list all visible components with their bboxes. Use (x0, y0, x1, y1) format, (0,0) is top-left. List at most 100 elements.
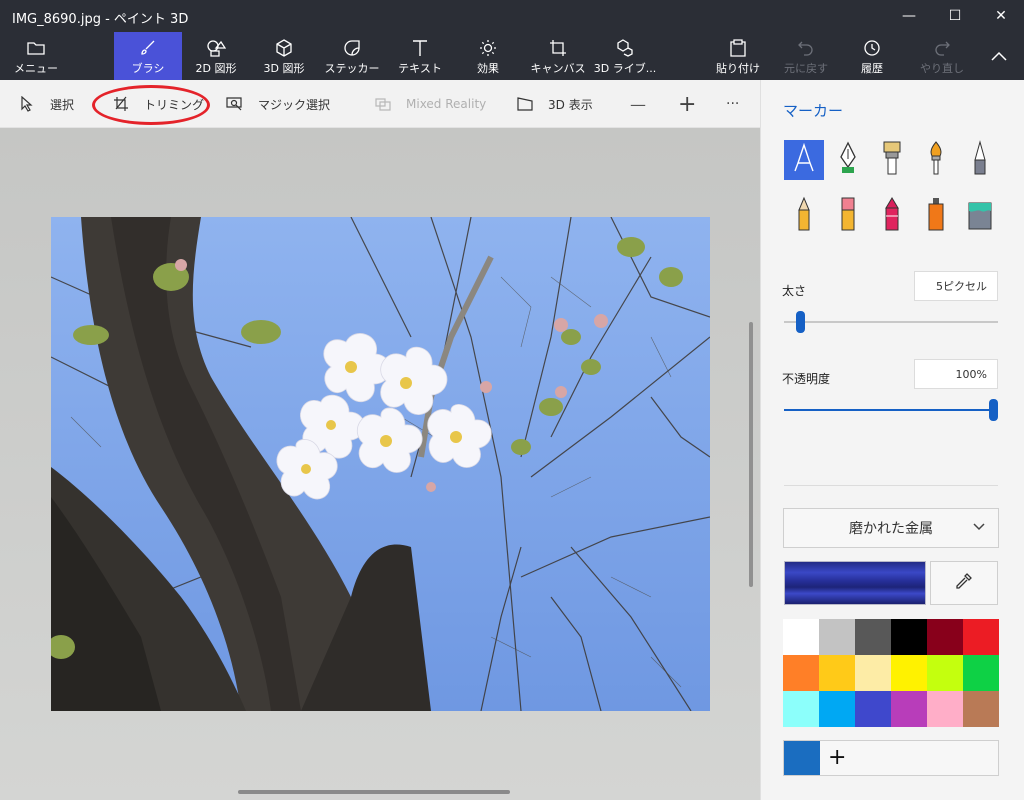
pixel-pen-button[interactable] (960, 140, 1000, 180)
history-button[interactable]: 履歴 (850, 32, 894, 80)
oil-brush-button[interactable] (872, 140, 912, 180)
thickness-input[interactable]: 5ピクセル (914, 271, 998, 301)
opacity-label: 不透明度 (782, 372, 831, 386)
custom-color-bar: + (783, 740, 999, 776)
horizontal-scrollbar[interactable] (238, 790, 510, 794)
redo-button[interactable]: やり直し (916, 32, 968, 80)
fill-bucket-icon (966, 197, 994, 235)
tab-3d-shapes[interactable]: 3D 図形 (258, 32, 310, 80)
tab-effects[interactable]: 効果 (468, 32, 508, 80)
zoom-in-button[interactable]: + (678, 92, 696, 117)
thickness-slider-handle[interactable] (796, 311, 806, 333)
mixed-reality-button[interactable]: Mixed Reality (374, 92, 486, 116)
color-swatch[interactable] (855, 655, 891, 691)
tab-3d-library[interactable]: 3D ライブ... (594, 32, 656, 80)
text-icon (409, 38, 431, 58)
maximize-button[interactable]: ☐ (932, 0, 978, 32)
color-swatch[interactable] (963, 655, 999, 691)
minimize-button[interactable]: — (886, 0, 932, 32)
cube-icon (273, 38, 295, 58)
color-swatch[interactable] (891, 619, 927, 655)
close-button[interactable]: ✕ (978, 0, 1024, 32)
eraser-button[interactable] (828, 196, 868, 236)
color-swatch[interactable] (855, 691, 891, 727)
material-selected: 磨かれた金属 (849, 521, 933, 537)
main-ribbon: メニュー ブラシ 2D 図形 3D 図形 ステッカー テキスト 効果 キャンバス… (0, 32, 1024, 80)
marker-icon (792, 142, 816, 177)
view-3d-icon (516, 95, 534, 113)
panel-divider (784, 485, 998, 486)
spray-can-button[interactable] (916, 196, 956, 236)
crayon-icon (883, 196, 901, 236)
folder-icon (25, 38, 47, 58)
collapse-ribbon-button[interactable] (982, 32, 1016, 80)
fountain-pen-icon (837, 141, 859, 179)
vertical-scrollbar[interactable] (749, 322, 753, 587)
sun-icon (477, 38, 499, 58)
tab-2d-shapes[interactable]: 2D 図形 (190, 32, 242, 80)
tab-stickers[interactable]: ステッカー (324, 32, 380, 80)
window-title: IMG_8690.jpg - ペイント 3D (12, 12, 189, 27)
color-swatch[interactable] (783, 691, 819, 727)
color-swatch[interactable] (891, 655, 927, 691)
view-3d-button[interactable]: 3D 表示 (516, 92, 593, 116)
pencil-button[interactable] (784, 196, 824, 236)
add-color-button[interactable]: + (828, 745, 846, 770)
paste-icon (727, 38, 749, 58)
marker-brush-button[interactable] (784, 140, 824, 180)
undo-button[interactable]: 元に戻す (780, 32, 832, 80)
cursor-icon (18, 95, 36, 113)
undo-icon (795, 38, 817, 58)
material-preview (784, 561, 926, 605)
eraser-icon (839, 196, 857, 236)
annotation-circle (92, 85, 210, 125)
color-swatch[interactable] (927, 655, 963, 691)
menu-button[interactable]: メニュー (8, 32, 64, 80)
mixed-reality-icon (374, 95, 392, 113)
color-swatch[interactable] (963, 619, 999, 655)
eyedropper-button[interactable] (930, 561, 998, 605)
fill-bucket-button[interactable] (960, 196, 1000, 236)
color-swatch[interactable] (783, 655, 819, 691)
color-swatch[interactable] (963, 691, 999, 727)
crayon-button[interactable] (872, 196, 912, 236)
thickness-slider-track[interactable] (784, 321, 998, 323)
watercolor-icon (925, 140, 947, 180)
tab-text[interactable]: テキスト (398, 32, 442, 80)
zoom-out-button[interactable]: — (630, 92, 646, 116)
color-swatch[interactable] (855, 619, 891, 655)
material-dropdown[interactable]: 磨かれた金属 (783, 508, 999, 548)
cherry-blossom-photo (51, 217, 710, 711)
select-button[interactable]: 選択 (18, 92, 74, 116)
color-swatch[interactable] (927, 691, 963, 727)
pencil-icon (796, 196, 812, 236)
history-icon (861, 38, 883, 58)
tab-brushes[interactable]: ブラシ (114, 32, 182, 80)
magic-select-button[interactable]: マジック選択 (226, 92, 330, 116)
opacity-input[interactable]: 100% (914, 359, 998, 389)
eyedropper-icon (955, 572, 973, 594)
tab-canvas[interactable]: キャンバス (530, 32, 586, 80)
more-options-button[interactable]: ··· (726, 92, 739, 116)
canvas-photo[interactable] (51, 217, 710, 711)
paste-button[interactable]: 貼り付け (712, 32, 764, 80)
panel-title: マーカー (783, 102, 844, 120)
shapes-2d-icon (205, 38, 227, 58)
color-swatch[interactable] (819, 655, 855, 691)
current-color-swatch[interactable] (784, 741, 820, 775)
thickness-label: 太さ (782, 284, 807, 298)
color-swatch[interactable] (891, 691, 927, 727)
color-swatch[interactable] (927, 619, 963, 655)
oil-brush-icon (881, 140, 903, 180)
chevron-up-icon (988, 46, 1010, 66)
spray-can-icon (925, 196, 947, 236)
color-swatch[interactable] (819, 691, 855, 727)
watercolor-brush-button[interactable] (916, 140, 956, 180)
brush-icon (137, 38, 159, 58)
color-swatch[interactable] (783, 619, 819, 655)
color-swatch[interactable] (819, 619, 855, 655)
pixel-pen-icon (972, 140, 988, 180)
calligraphy-pen-button[interactable] (828, 140, 868, 180)
canvas-icon (547, 38, 569, 58)
opacity-slider-handle[interactable] (989, 399, 998, 421)
